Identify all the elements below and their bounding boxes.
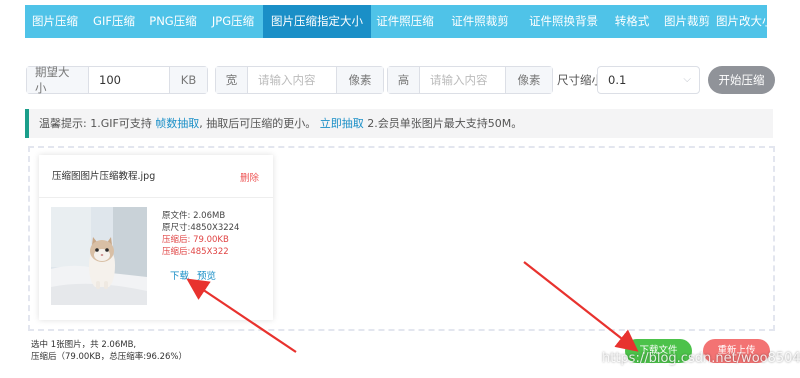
width-unit-label: 像素 [336,67,383,93]
file-name: 压缩图图片压缩教程.jpg [52,171,156,182]
extract-now-link[interactable]: 立即抽取 [320,117,364,130]
shrink-select-value: 0.1 [608,73,627,87]
tab-image-crop[interactable]: 图片裁剪 [658,5,716,38]
start-compress-button[interactable]: 开始压缩 [708,66,775,94]
height-group: 高 像素 [387,66,553,94]
height-label: 高 [388,67,420,93]
frame-extract-link[interactable]: 帧数抽取 [155,117,199,130]
compressed-dimensions: 压缩后:485X322 [162,247,229,257]
tab-id-photo-background[interactable]: 证件照换背景 [521,5,606,38]
expected-size-input[interactable] [89,67,169,93]
download-link[interactable]: 下载 [170,268,189,282]
tab-png-compress[interactable]: PNG压缩 [143,5,203,38]
width-input[interactable] [248,67,336,93]
summary-line-1: 选中 1张图片，共 2.06MB, [31,340,137,350]
shrink-select[interactable]: 0.1 ⌵ [597,66,700,94]
tab-compress-to-size[interactable]: 图片压缩指定大小 [263,5,371,38]
tip-suffix: 2.会员单张图片最大支持50M。 [363,117,523,130]
tab-image-resize[interactable]: 图片改大小 [716,5,774,38]
compressed-size: 压缩后: 79.00KB [162,235,229,245]
tab-id-photo-compress[interactable]: 证件照压缩 [371,5,439,38]
height-unit-label: 像素 [505,67,552,93]
compression-summary: 选中 1张图片，共 2.06MB, 压缩后（79.00KB，总压缩率:96.26… [31,339,187,363]
preview-link[interactable]: 预览 [197,268,216,282]
image-thumbnail [51,207,147,305]
delete-link[interactable]: 删除 [240,170,259,184]
original-dimensions: 原尺寸:4850X3224 [162,223,240,233]
tab-convert-format[interactable]: 转格式 [606,5,658,38]
width-label: 宽 [216,67,248,93]
original-size: 原文件: 2.06MB [162,211,226,221]
file-info: 原文件: 2.06MB 原尺寸:4850X3224 压缩后: 79.00KB 压… [162,210,239,258]
width-group: 宽 像素 [215,66,384,94]
tool-tab-bar: 图片压缩 GIF压缩 PNG压缩 JPG压缩 图片压缩指定大小 证件照压缩 证件… [25,5,774,38]
expected-size-label: 期望大小 [27,65,89,95]
watermark: https://blog.csdn.net/woo85049 [602,351,800,366]
tab-gif-compress[interactable]: GIF压缩 [85,5,143,38]
summary-line-2: 压缩后（79.00KB，总压缩率:96.26%） [31,352,188,362]
tip-middle: , 抽取后可压缩的更小。 [199,117,320,130]
expected-size-group: 期望大小 KB [26,65,208,95]
height-input[interactable] [420,67,505,93]
tip-prefix: 温馨提示: 1.GIF可支持 [39,117,156,130]
tab-id-photo-crop[interactable]: 证件照裁剪 [439,5,521,38]
tab-jpg-compress[interactable]: JPG压缩 [203,5,263,38]
file-card: 压缩图图片压缩教程.jpg 删除 原文件: 2.06MB 原尺寸:4850X32… [39,155,273,320]
tip-bar: 温馨提示: 1.GIF可支持 帧数抽取, 抽取后可压缩的更小。 立即抽取 2.会… [25,109,773,138]
size-unit-label: KB [169,67,207,93]
card-divider [39,197,273,198]
tab-image-compress[interactable]: 图片压缩 [25,5,85,38]
chevron-down-icon: ⌵ [683,74,691,85]
